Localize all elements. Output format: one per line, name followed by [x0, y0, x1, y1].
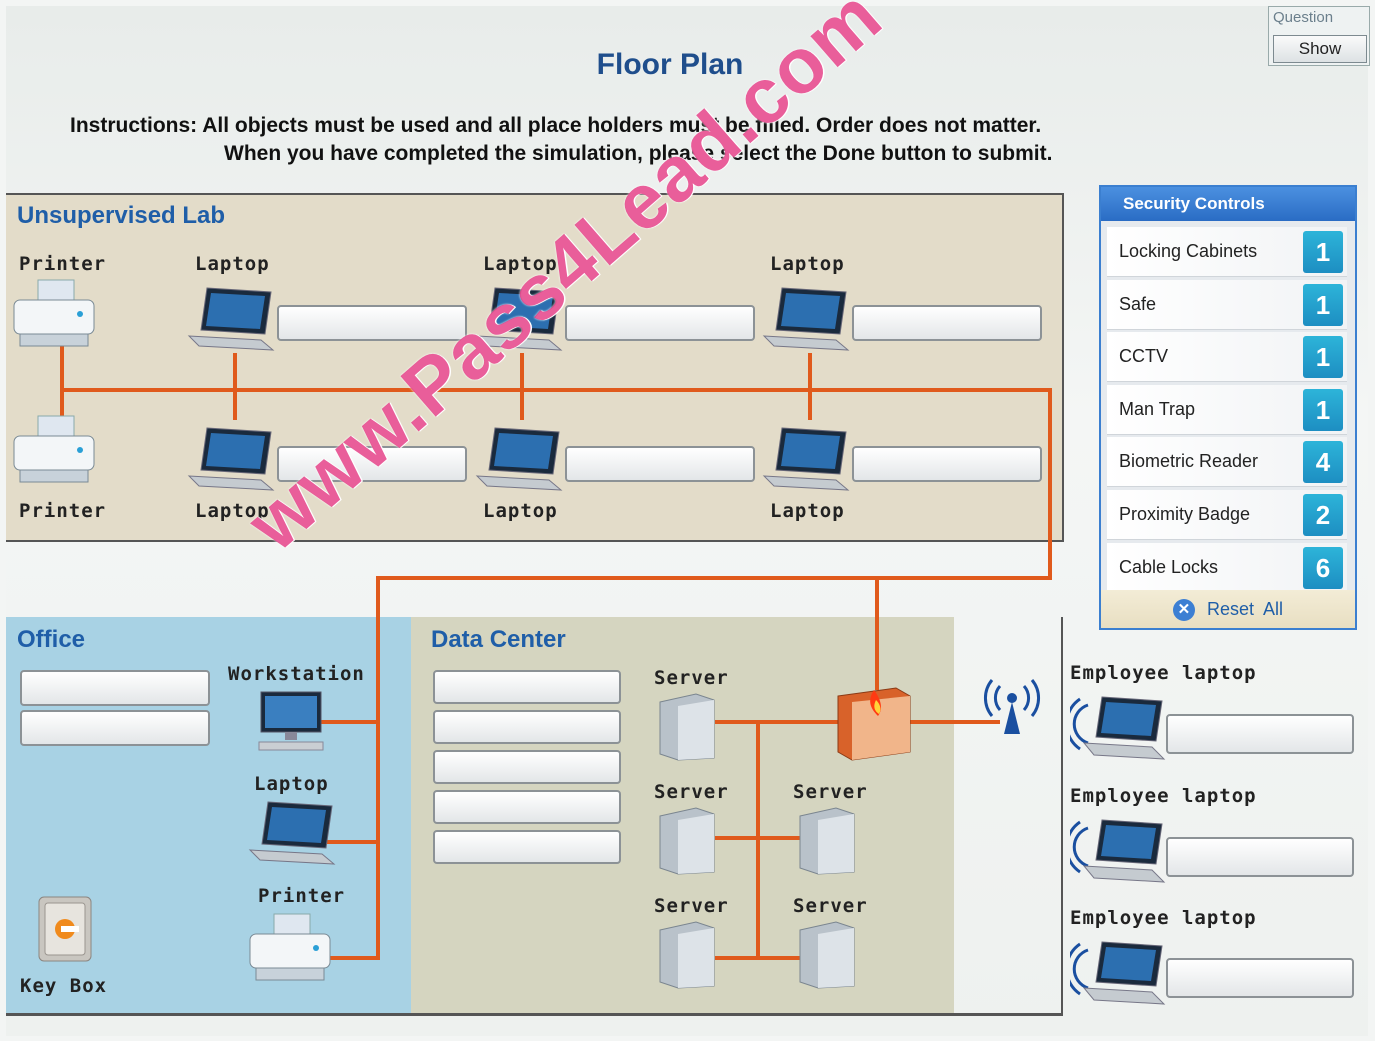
control-locking-cabinets[interactable]: Locking Cabinets 1: [1107, 227, 1347, 277]
workstation-icon: [258, 691, 324, 751]
lab-printer-bottom-label: Printer: [19, 500, 107, 522]
printer-icon: [13, 415, 95, 483]
lab-laptop-label: Laptop: [483, 253, 558, 275]
lab-laptop-label: Laptop: [483, 500, 558, 522]
office-title: Office: [17, 626, 86, 653]
wireless-laptop-icon: [1070, 941, 1166, 1005]
control-count-badge: 2: [1303, 493, 1343, 536]
server-label: Server: [793, 781, 868, 803]
lab-laptop-slot[interactable]: [852, 305, 1042, 341]
data-center-slot[interactable]: [433, 750, 621, 784]
lab-laptop-label: Laptop: [195, 500, 270, 522]
control-count-badge: 6: [1303, 546, 1343, 589]
key-box-icon: [38, 896, 92, 962]
control-name: Cable Locks: [1119, 556, 1219, 577]
control-name: Man Trap: [1119, 398, 1196, 419]
security-controls-panel: Security Controls Locking Cabinets 1 Saf…: [1099, 185, 1357, 630]
wireless-ap-icon: [984, 679, 1040, 734]
employee-laptop-label: Employee laptop: [1070, 907, 1257, 929]
data-center-slot[interactable]: [433, 670, 621, 704]
control-name: Locking Cabinets: [1119, 241, 1258, 261]
control-count-badge: 4: [1303, 441, 1343, 484]
office-slot[interactable]: [20, 710, 210, 746]
server-icon: [659, 693, 715, 761]
control-proximity-badge[interactable]: Proximity Badge 2: [1107, 489, 1347, 540]
lab-laptop-slot[interactable]: [565, 305, 755, 341]
lab-laptop-slot[interactable]: [277, 305, 467, 341]
control-cable-locks[interactable]: Cable Locks 6: [1107, 542, 1347, 593]
wireless-laptop-icon: [1070, 819, 1166, 883]
employee-laptop-label: Employee laptop: [1070, 785, 1257, 807]
control-name: Safe: [1119, 293, 1157, 314]
control-count-badge: 1: [1303, 231, 1343, 273]
laptop-icon: [762, 287, 850, 351]
printer-icon: [249, 913, 331, 981]
server-icon: [659, 921, 715, 989]
control-name: Biometric Reader: [1119, 451, 1259, 472]
laptop-icon: [475, 427, 563, 491]
control-count-badge: 1: [1303, 336, 1343, 379]
laptop-icon: [187, 287, 275, 351]
data-center-slot[interactable]: [433, 790, 621, 824]
reset-all-label: Reset All: [1206, 599, 1284, 619]
workstation-label: Workstation: [228, 663, 365, 685]
control-count-badge: 1: [1303, 388, 1343, 431]
control-safe[interactable]: Safe 1: [1107, 279, 1347, 330]
server-label: Server: [654, 667, 729, 689]
control-biometric-reader[interactable]: Biometric Reader 4: [1107, 437, 1347, 488]
control-man-trap[interactable]: Man Trap 1: [1107, 384, 1347, 435]
control-cctv[interactable]: CCTV 1: [1107, 332, 1347, 383]
control-count-badge: 1: [1303, 283, 1343, 326]
employee-laptop-slot[interactable]: [1166, 837, 1354, 877]
lab-title: Unsupervised Lab: [17, 202, 226, 229]
lab-printer-top-label: Printer: [19, 253, 107, 275]
key-box-label: Key Box: [20, 975, 108, 997]
lab-laptop-slot[interactable]: [565, 446, 755, 482]
employee-laptop-slot[interactable]: [1166, 958, 1354, 998]
lab-laptop-label: Laptop: [770, 500, 845, 522]
printer-icon: [13, 279, 95, 347]
data-center-slot[interactable]: [433, 710, 621, 744]
server-icon: [799, 807, 855, 875]
office-printer-label: Printer: [258, 885, 346, 907]
control-name: CCTV: [1119, 346, 1168, 367]
security-controls-list: Locking Cabinets 1 Safe 1 CCTV 1 Man Tra…: [1107, 227, 1347, 595]
server-label: Server: [654, 895, 729, 917]
reset-all-button[interactable]: ✕ Reset All: [1101, 590, 1355, 628]
employee-laptop-label: Employee laptop: [1070, 662, 1257, 684]
server-icon: [659, 807, 715, 875]
laptop-icon: [475, 287, 563, 351]
lab-laptop-label: Laptop: [770, 253, 845, 275]
office-slot[interactable]: [20, 670, 210, 706]
reset-icon: ✕: [1172, 599, 1195, 622]
laptop-icon: [762, 427, 850, 491]
firewall-icon: [837, 687, 911, 761]
data-center-title: Data Center: [431, 626, 566, 653]
laptop-icon: [187, 427, 275, 491]
lab-laptop-slot[interactable]: [852, 446, 1042, 482]
office-laptop-label: Laptop: [254, 773, 329, 795]
server-label: Server: [654, 781, 729, 803]
lab-laptop-slot[interactable]: [277, 446, 467, 482]
server-icon: [799, 921, 855, 989]
server-label: Server: [793, 895, 868, 917]
security-controls-title: Security Controls: [1101, 187, 1355, 221]
data-center-slot[interactable]: [433, 830, 621, 864]
wireless-laptop-icon: [1070, 696, 1166, 760]
control-name: Proximity Badge: [1119, 503, 1251, 524]
laptop-icon: [248, 801, 336, 865]
lab-laptop-label: Laptop: [195, 253, 270, 275]
employee-laptop-slot[interactable]: [1166, 714, 1354, 754]
